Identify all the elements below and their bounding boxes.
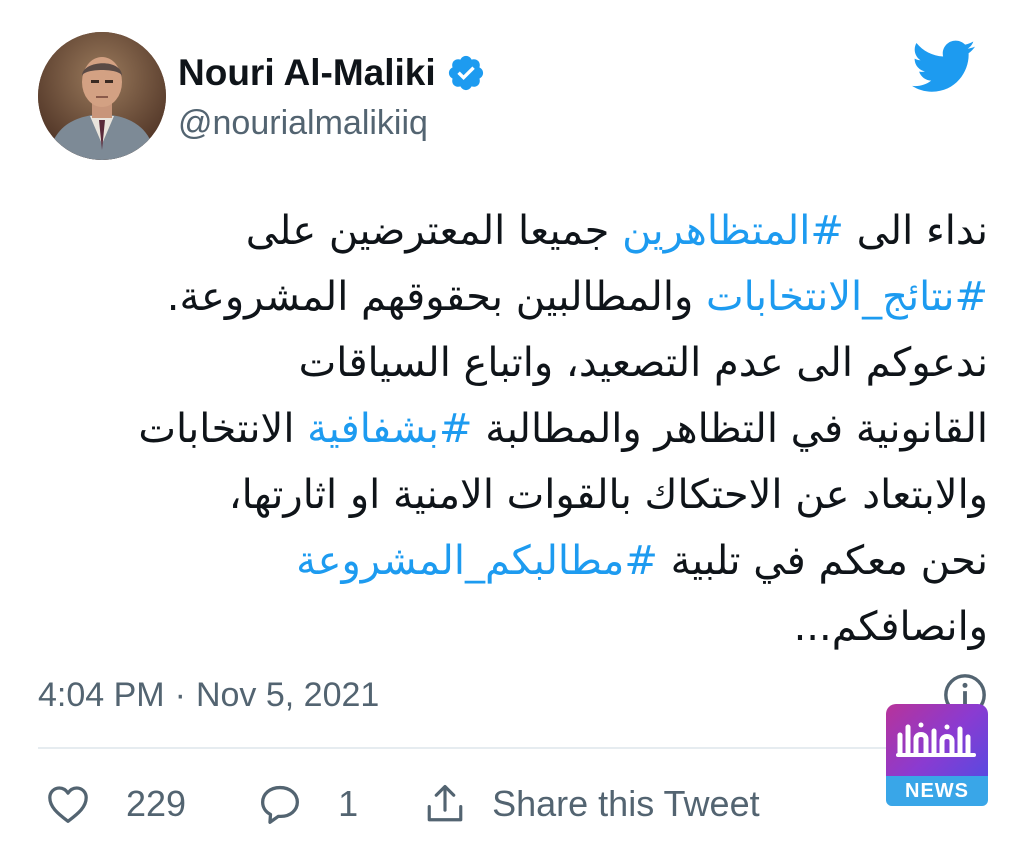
tweet-time[interactable]: 4:04 PM: [38, 676, 165, 715]
share-icon: [424, 782, 466, 826]
news-watermark-logo: NEWS: [886, 704, 988, 806]
twitter-bird-icon[interactable]: [912, 40, 976, 94]
tweet-text-segment: القانونية في التظاهر والمطالبة: [472, 406, 988, 452]
share-button[interactable]: Share this Tweet: [424, 782, 760, 826]
hashtag-link[interactable]: #بشفافية: [307, 406, 472, 452]
tweet-line: نحن معكم في تلبية #مطالبكم_المشروعة: [28, 528, 988, 594]
tweet-body: نداء الى #المتظاهرين جميعا المعترضين على…: [28, 198, 988, 660]
tweet-line: نداء الى #المتظاهرين جميعا المعترضين على: [28, 198, 988, 264]
reply-button[interactable]: 1: [258, 783, 358, 825]
tweet-timestamp[interactable]: 4:04 PM · Nov 5, 2021: [38, 672, 379, 718]
watermark-calligraphy: [896, 722, 976, 757]
tweet-text-segment: والابتعاد عن الاحتكاك بالقوات الامنية او…: [228, 472, 988, 518]
tweet-text-segment: والمطالبين بحقوقهم المشروعة.: [166, 274, 707, 320]
divider: [38, 747, 988, 749]
verified-badge-icon: [446, 53, 486, 93]
tweet-line: القانونية في التظاهر والمطالبة #بشفافية …: [28, 396, 988, 462]
hashtag-link[interactable]: #نتائج_الانتخابات: [706, 274, 988, 320]
hashtag-link[interactable]: #مطالبكم_المشروعة: [296, 538, 658, 584]
author-handle[interactable]: @nourialmalikiiq: [178, 104, 428, 143]
author-display-name[interactable]: Nouri Al-Maliki: [178, 52, 436, 94]
tweet-text-segment: نحن معكم في تلبية: [657, 538, 988, 584]
tweet-text-segment: ندعوكم الى عدم التصعيد، واتباع السياقات: [298, 340, 988, 386]
tweet-date[interactable]: Nov 5, 2021: [196, 676, 379, 715]
like-count: 229: [126, 783, 187, 824]
reply-bubble-icon: [258, 783, 302, 825]
watermark-news-label: NEWS: [886, 776, 988, 806]
tweet-card: Nouri Al-Maliki @nourialmalikiiq نداء ال…: [0, 0, 1024, 852]
tweet-line: #نتائج_الانتخابات والمطالبين بحقوقهم الم…: [28, 264, 988, 330]
share-label: Share this Tweet: [492, 783, 760, 824]
tweet-text-segment: الانتخابات: [138, 406, 308, 452]
tweet-line: والابتعاد عن الاحتكاك بالقوات الامنية او…: [28, 462, 988, 528]
watermark-arabic-logo: [886, 704, 988, 776]
hashtag-link[interactable]: #المتظاهرين: [622, 208, 844, 254]
tweet-text-segment: جميعا المعترضين على: [245, 208, 623, 254]
tweet-text-segment: نداء الى: [843, 208, 988, 254]
tweet-text-segment: وانصافكم...: [793, 604, 988, 650]
avatar-photo: [38, 32, 166, 160]
like-button[interactable]: 229: [46, 783, 186, 825]
action-bar: 229 1 Share this Tweet: [46, 776, 760, 832]
heart-icon: [46, 784, 90, 824]
timestamp-separator: ·: [174, 675, 186, 714]
tweet-line: وانصافكم...: [28, 594, 988, 660]
avatar[interactable]: [38, 32, 166, 160]
author-name-row: Nouri Al-Maliki: [178, 46, 486, 100]
tweet-line: ندعوكم الى عدم التصعيد، واتباع السياقات: [28, 330, 988, 396]
reply-count: 1: [338, 783, 359, 824]
